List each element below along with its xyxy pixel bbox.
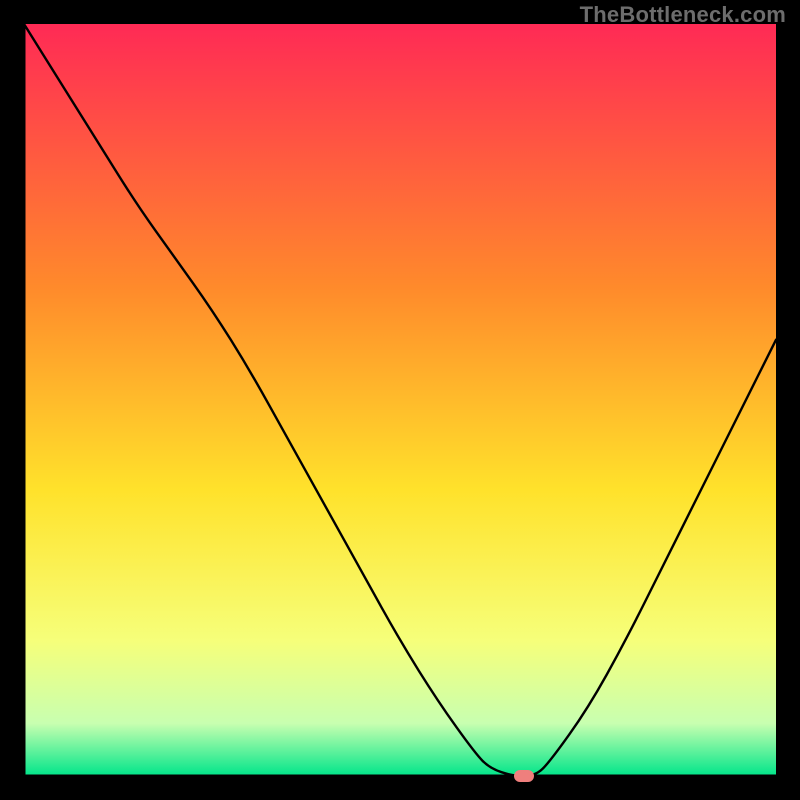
chart-frame: TheBottleneck.com <box>0 0 800 800</box>
plot-area <box>24 24 776 776</box>
gradient-background <box>24 24 776 776</box>
watermark-text: TheBottleneck.com <box>580 2 786 28</box>
bottleneck-chart <box>24 24 776 776</box>
optimum-marker <box>514 770 534 782</box>
